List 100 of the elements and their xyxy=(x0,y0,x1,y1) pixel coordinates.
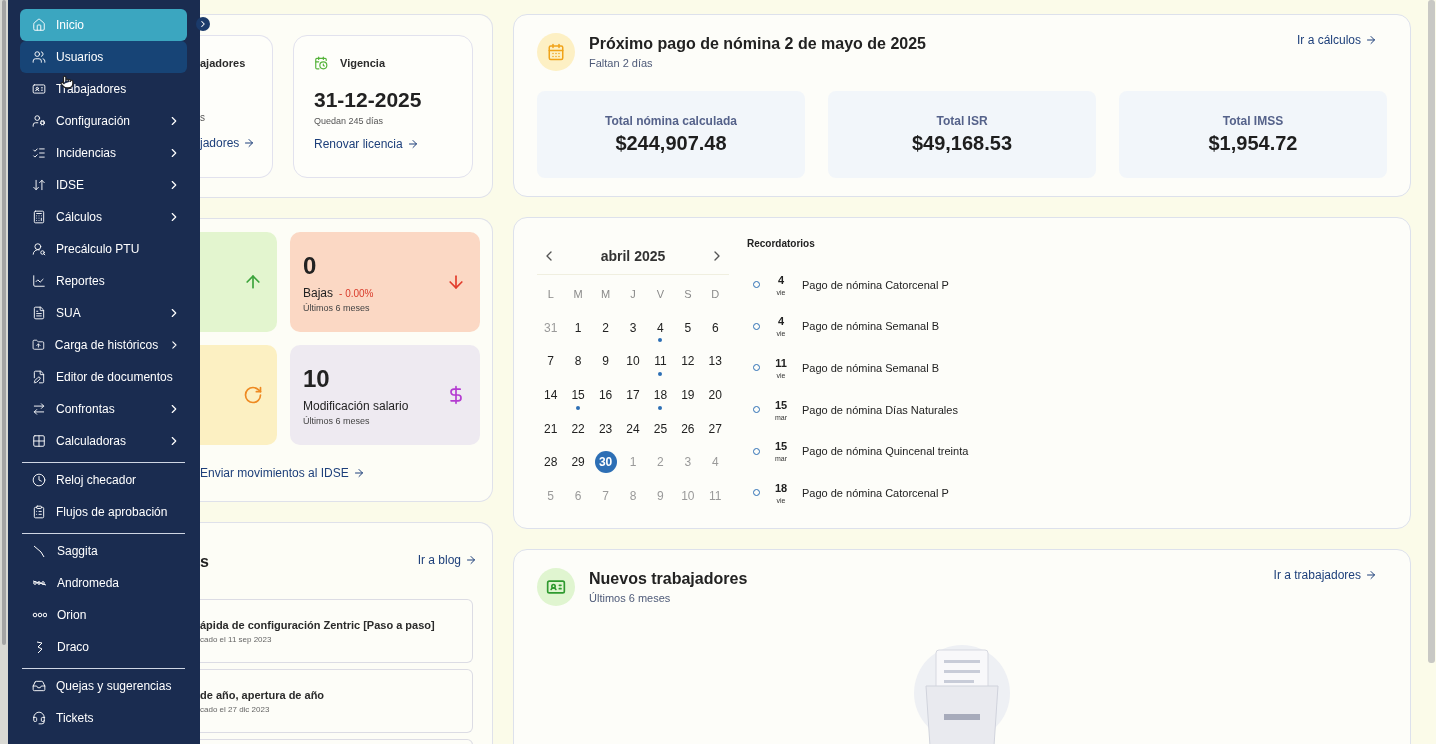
calendar-day[interactable]: 14 xyxy=(539,383,562,406)
reminder-text: Pago de nómina Semanal B xyxy=(802,320,939,333)
calendar-day[interactable]: 13 xyxy=(704,350,727,373)
sidebar-item[interactable]: Confrontas xyxy=(20,393,187,425)
calendar-day[interactable]: 28 xyxy=(539,451,562,474)
total-label: Total nómina calculada xyxy=(605,114,737,128)
sidebar-item[interactable]: Quejas y sugerencias xyxy=(20,670,187,702)
post-date: cado el 27 dic 2023 xyxy=(200,705,271,714)
post-title: ápida de configuración Zentric [Paso a paso] xyxy=(200,619,436,631)
calendar-day[interactable]: 7 xyxy=(539,350,562,373)
idse-link[interactable]: Enviar movimientos al IDSE xyxy=(200,466,365,480)
arrow-right-icon xyxy=(1365,34,1377,46)
reminder-day: 18 xyxy=(774,481,788,494)
month-title: abril 2025 xyxy=(600,248,666,264)
user-gear-icon xyxy=(32,114,46,128)
sidebar-item[interactable]: Reloj checador xyxy=(20,464,187,496)
reminder-text: Pago de nómina Días Naturales xyxy=(802,403,958,416)
clipboard-icon xyxy=(32,505,46,519)
reminder-text: Pago de nómina Quincenal treinta xyxy=(802,445,969,458)
calendar-day[interactable]: 23 xyxy=(594,417,617,440)
sidebar-item[interactable]: Cálculos xyxy=(20,201,187,233)
calendar-day[interactable]: 25 xyxy=(649,417,672,440)
expiry-date: 31-12-2025 xyxy=(314,88,423,112)
calendar-day[interactable]: 16 xyxy=(594,383,617,406)
calendar-day[interactable]: 15 xyxy=(567,383,590,406)
folder-upload-icon xyxy=(32,338,45,352)
sidebar-item[interactable]: Tickets xyxy=(20,702,187,734)
blog-post[interactable]: ápida de configuración Zentric [Paso a paso] cado el 11 sep 2023 xyxy=(200,599,473,663)
sidebar-item[interactable]: Carga de históricos xyxy=(20,329,187,361)
user-search-icon xyxy=(32,242,46,256)
calendar-day[interactable]: 18 xyxy=(649,383,672,406)
calendar-day[interactable]: 1 xyxy=(567,316,590,339)
stat-label: Modificación salario xyxy=(303,398,409,413)
calendar-day[interactable]: 12 xyxy=(676,350,699,373)
sidebar-item[interactable]: Reportes xyxy=(20,265,187,297)
renew-link[interactable]: Renovar licencia xyxy=(314,137,419,151)
calendar-day[interactable]: 20 xyxy=(704,383,727,406)
stat-change: - 0.00% xyxy=(339,287,374,299)
calendar-day[interactable]: 6 xyxy=(704,316,727,339)
stat-value: 10 xyxy=(303,364,331,393)
post-date: cado el 11 sep 2023 xyxy=(200,635,273,644)
count-text: s xyxy=(200,112,206,125)
calendar-day[interactable]: 26 xyxy=(676,417,699,440)
sidebar-item[interactable]: Flujos de aprobación xyxy=(20,496,187,528)
calculations-link[interactable]: Ir a cálculos xyxy=(1296,33,1377,47)
calendar-day[interactable]: 30 xyxy=(594,451,617,474)
sidebar-item[interactable]: Andromeda xyxy=(20,567,187,599)
blog-link[interactable]: Ir a blog xyxy=(417,553,477,567)
workers-link[interactable]: Ir a trabajadores xyxy=(1273,568,1377,582)
calendar-day[interactable]: 10 xyxy=(622,350,644,373)
calendar-day[interactable]: 21 xyxy=(539,417,562,440)
sidebar-item[interactable]: SUA xyxy=(20,297,187,329)
calendar-day[interactable]: 8 xyxy=(567,350,590,373)
calendar-day[interactable]: 27 xyxy=(704,417,727,440)
card-subtitle: Últimos 6 meses xyxy=(589,592,672,604)
calendar-day[interactable]: 17 xyxy=(622,383,644,406)
weekday-label: J xyxy=(629,286,637,302)
calendar-day[interactable]: 2 xyxy=(594,316,617,339)
stat-label: Bajas - 0.00% xyxy=(303,285,374,300)
total-value: $49,168.53 xyxy=(911,132,1013,155)
card-title: Nuevos trabajadores xyxy=(589,570,749,588)
blog-post[interactable]: de año, apertura de año cado el 27 dic 2023 xyxy=(200,669,473,733)
calendar-day[interactable]: 9 xyxy=(594,350,617,373)
weekday-label: D xyxy=(710,286,721,302)
calendar-day[interactable]: 19 xyxy=(676,383,699,406)
reminder-text: Pago de nómina Catorcenal P xyxy=(802,278,949,291)
sidebar-item[interactable]: Draco xyxy=(20,631,187,663)
sidebar-item[interactable]: Editor de documentos xyxy=(20,361,187,393)
calendar-day[interactable]: 5 xyxy=(676,316,699,339)
sidebar-item[interactable]: Precálculo PTU xyxy=(20,233,187,265)
users-icon xyxy=(32,50,46,64)
document-icon xyxy=(32,306,46,320)
sidebar-item[interactable]: Trabajadores xyxy=(20,73,187,105)
calendar-day[interactable]: 24 xyxy=(622,417,644,440)
refresh-icon xyxy=(243,385,263,405)
days-left-text: Quedan 245 días xyxy=(314,116,385,126)
stat-note: Últimos 6 meses xyxy=(303,302,371,313)
grid-icon xyxy=(32,434,46,448)
workers-link[interactable]: jadores xyxy=(200,136,256,150)
calendar-day[interactable]: 4 xyxy=(649,316,672,339)
scrollbar-thumb[interactable] xyxy=(2,0,6,645)
calendar-day[interactable]: 11 xyxy=(649,350,672,373)
card-title: Vigencia xyxy=(340,57,386,69)
constellation-icon xyxy=(32,543,47,559)
calendar-day[interactable]: 22 xyxy=(567,417,590,440)
total-label: Total ISR xyxy=(936,114,988,128)
sidebar-item[interactable]: Saggita xyxy=(20,535,187,567)
sidebar-item[interactable]: Usuarios xyxy=(20,41,187,73)
chevron-right-icon xyxy=(198,19,208,29)
calendar-day[interactable]: 3 xyxy=(622,316,644,339)
id-card-icon xyxy=(32,82,46,96)
calendar-day[interactable]: 29 xyxy=(567,451,590,474)
total-label: Total IMSS xyxy=(1222,114,1284,128)
sidebar-item[interactable]: Configuración xyxy=(20,105,187,137)
reminder-text: Pago de nómina Semanal B xyxy=(802,362,939,374)
sidebar-item[interactable]: Calculadoras xyxy=(20,425,187,457)
sidebar-item[interactable]: IDSE xyxy=(20,169,187,201)
sidebar-item[interactable]: Incidencias xyxy=(20,137,187,169)
scrollbar-thumb[interactable] xyxy=(1428,0,1435,663)
sidebar-item[interactable]: Orion xyxy=(20,599,187,631)
